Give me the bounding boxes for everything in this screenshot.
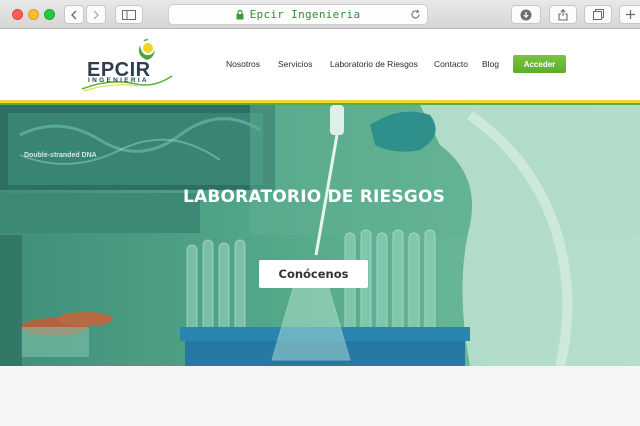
share-icon bbox=[558, 8, 568, 21]
tabs-button[interactable] bbox=[584, 5, 612, 24]
hero-title: LABORATORIO DE RIESGOS bbox=[182, 187, 446, 207]
minimize-window-button[interactable] bbox=[28, 9, 39, 20]
logo-subtitle: INGENIERIA bbox=[88, 77, 149, 84]
back-icon bbox=[71, 10, 77, 19]
forward-button[interactable] bbox=[86, 5, 106, 24]
address-bar[interactable]: Epcir Ingenieria bbox=[168, 4, 428, 25]
site-header: EPCIR INGENIERIA Nosotros Servicios Labo… bbox=[0, 29, 640, 100]
sidebar-icon bbox=[122, 9, 136, 20]
conocenos-button[interactable]: Conócenos bbox=[259, 260, 368, 288]
hero-banner: Double-stranded DNA LABORATORIO DE RIESG… bbox=[0, 105, 640, 366]
share-button[interactable] bbox=[549, 5, 577, 24]
sidebar-button[interactable] bbox=[115, 5, 143, 24]
new-tab-button[interactable] bbox=[619, 5, 640, 24]
lock-icon bbox=[236, 9, 244, 19]
nav-laboratorio-de-riesgos[interactable]: Laboratorio de Riesgos bbox=[330, 59, 418, 73]
epcir-logo[interactable]: EPCIR INGENIERIA bbox=[80, 36, 175, 92]
download-button[interactable] bbox=[511, 5, 541, 24]
download-icon bbox=[520, 9, 532, 20]
forward-icon bbox=[93, 10, 99, 19]
nav-blog[interactable]: Blog bbox=[482, 59, 499, 73]
tabs-icon bbox=[592, 9, 604, 20]
nav-contacto[interactable]: Contacto bbox=[434, 59, 468, 73]
nav-servicios[interactable]: Servicios bbox=[278, 59, 312, 73]
reload-icon[interactable] bbox=[410, 9, 421, 20]
back-button[interactable] bbox=[64, 5, 84, 24]
acceder-button[interactable]: Acceder bbox=[513, 55, 566, 73]
new-tab-icon bbox=[625, 10, 635, 19]
dna-caption: Double-stranded DNA bbox=[24, 152, 97, 159]
nav-nosotros[interactable]: Nosotros bbox=[226, 59, 260, 73]
zoom-window-button[interactable] bbox=[44, 9, 55, 20]
browser-toolbar: Epcir Ingenieria bbox=[0, 0, 640, 29]
hero-lab-image: Double-stranded DNA bbox=[0, 105, 640, 366]
url-text: Epcir Ingenieria bbox=[249, 8, 361, 21]
below-fold-section bbox=[0, 366, 640, 426]
close-window-button[interactable] bbox=[12, 9, 23, 20]
